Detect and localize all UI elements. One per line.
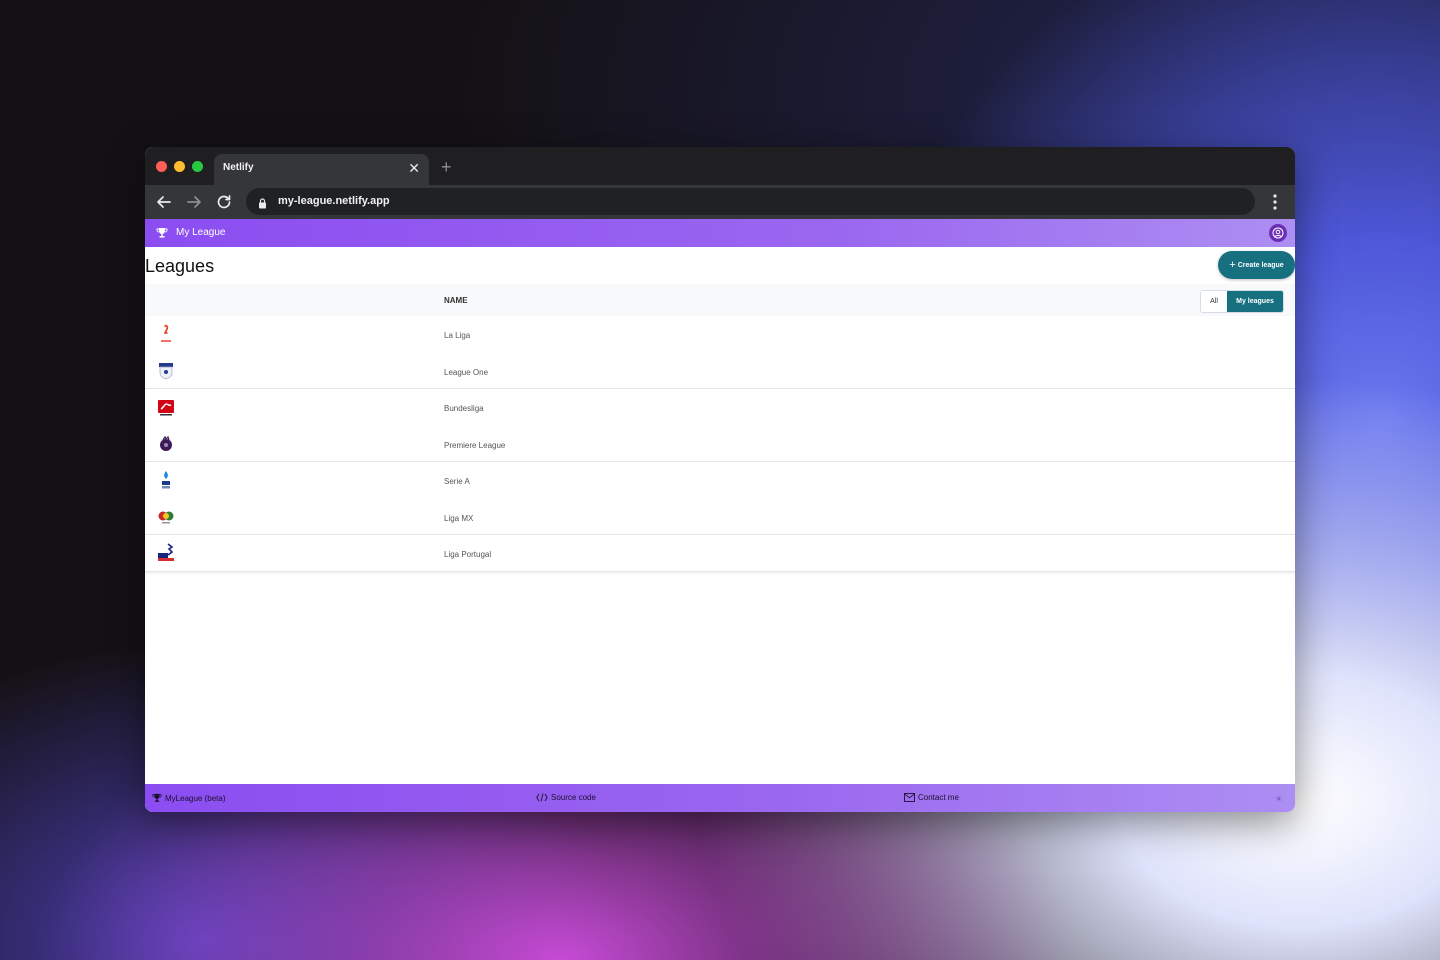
reload-icon[interactable] bbox=[214, 192, 234, 212]
code-icon bbox=[536, 793, 548, 802]
table-row[interactable]: League One bbox=[145, 353, 1295, 389]
league-name: La Liga bbox=[444, 331, 471, 340]
league-name: Liga MX bbox=[444, 513, 474, 523]
sun-icon[interactable]: ☀ bbox=[1275, 794, 1283, 805]
league-name: League One bbox=[444, 367, 489, 377]
league-filter-toggle: All My leagues bbox=[1200, 290, 1284, 313]
address-bar[interactable]: my-league.netlify.app bbox=[246, 188, 1255, 215]
app-title[interactable]: My League bbox=[176, 227, 225, 238]
page-content: My League Leagues + Create league NAME A… bbox=[145, 219, 1295, 812]
league-name: Serie A bbox=[444, 477, 470, 486]
bundesliga-logo-icon bbox=[157, 397, 175, 417]
table-row[interactable]: Premiere League bbox=[145, 426, 1295, 462]
forward-icon[interactable] bbox=[184, 192, 204, 212]
table-header: NAME All My leagues bbox=[145, 284, 1295, 316]
minimize-window-button[interactable] bbox=[174, 161, 185, 172]
league-one-logo-icon bbox=[157, 361, 175, 381]
create-league-button[interactable]: + Create league bbox=[1218, 251, 1295, 279]
back-icon[interactable] bbox=[154, 192, 174, 212]
filter-my-leagues-button[interactable]: My leagues bbox=[1227, 291, 1283, 312]
source-code-link[interactable]: Source code bbox=[536, 793, 596, 802]
liga-portugal-logo-icon bbox=[157, 543, 175, 563]
contact-me-label: Contact me bbox=[918, 793, 959, 802]
browser-toolbar: my-league.netlify.app bbox=[145, 185, 1295, 219]
footer-brand-label: MyLeague (beta) bbox=[165, 793, 226, 803]
page-title: Leagues bbox=[145, 256, 215, 276]
table-row[interactable]: Liga MX bbox=[145, 499, 1295, 535]
browser-tab[interactable]: Netlify ✕ bbox=[214, 154, 429, 185]
maximize-window-button[interactable] bbox=[192, 161, 203, 172]
league-name: Bundesliga bbox=[444, 404, 484, 413]
leagues-table-body: La Liga League One Bundesliga Premiere L… bbox=[145, 316, 1295, 572]
serie-a-logo-icon bbox=[157, 470, 175, 490]
trophy-icon bbox=[152, 793, 162, 802]
close-tab-icon[interactable]: ✕ bbox=[408, 160, 420, 176]
table-row[interactable]: Bundesliga bbox=[145, 389, 1295, 426]
tab-title: Netlify bbox=[223, 162, 254, 173]
browser-menu-icon[interactable] bbox=[1267, 193, 1283, 211]
new-tab-icon[interactable]: + bbox=[441, 157, 452, 177]
app-bar: My League bbox=[145, 219, 1295, 247]
table-row[interactable]: Liga Portugal bbox=[145, 535, 1295, 572]
url-text: my-league.netlify.app bbox=[278, 195, 390, 207]
contact-me-link[interactable]: Contact me bbox=[904, 793, 959, 802]
filter-all-button[interactable]: All bbox=[1201, 291, 1227, 312]
browser-window: Netlify ✕ + my-league.netlify.app My Lea… bbox=[145, 147, 1295, 812]
close-window-button[interactable] bbox=[156, 161, 167, 172]
create-league-label: Create league bbox=[1237, 261, 1284, 269]
column-header-name[interactable]: NAME bbox=[444, 296, 468, 305]
league-name: Liga Portugal bbox=[444, 550, 492, 559]
plus-icon: + bbox=[1229, 259, 1236, 271]
league-name: Premiere League bbox=[444, 440, 506, 450]
source-code-label: Source code bbox=[551, 793, 596, 802]
footer-brand[interactable]: MyLeague (beta) bbox=[152, 793, 225, 803]
trophy-icon bbox=[156, 226, 168, 238]
tab-strip: Netlify ✕ + bbox=[145, 147, 1295, 185]
table-row[interactable]: La Liga bbox=[145, 316, 1295, 353]
premier-league-logo-icon bbox=[157, 434, 175, 454]
mail-icon bbox=[904, 793, 915, 802]
lock-icon bbox=[258, 196, 267, 214]
laliga-logo-icon bbox=[157, 324, 175, 344]
account-icon[interactable] bbox=[1269, 224, 1287, 242]
liga-mx-logo-icon bbox=[157, 507, 175, 527]
footer: MyLeague (beta) Source code Contact me ☀ bbox=[145, 784, 1295, 812]
table-bottom-shadow bbox=[145, 572, 1295, 575]
table-row[interactable]: Serie A bbox=[145, 462, 1295, 499]
